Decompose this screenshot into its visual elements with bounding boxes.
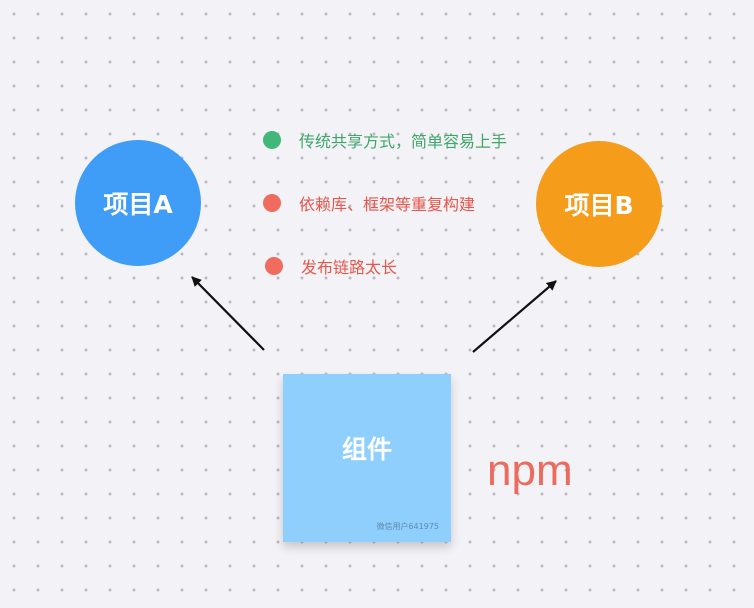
note-text: 发布链路太长 [301, 258, 398, 277]
note-text: 依赖库、框架等重复构建 [299, 195, 476, 214]
sticky-author: 微信用户641975 [376, 522, 439, 531]
note-text: 传统共享方式，简单容易上手 [299, 132, 508, 151]
npm-label: npm [487, 446, 573, 495]
note-item: 依赖库、框架等重复构建 [263, 191, 475, 215]
project-b-node[interactable]: 项目B [536, 141, 662, 267]
component-sticky-note[interactable]: 组件 微信用户641975 [283, 374, 451, 542]
note-item: 传统共享方式，简单容易上手 [263, 128, 507, 152]
note-bullet [263, 194, 281, 212]
arrow-to-project-a [191, 276, 265, 351]
project-a-node[interactable]: 项目A [75, 140, 201, 266]
arrow-to-project-b [472, 280, 557, 353]
project-a-label: 项目A [103, 190, 173, 219]
note-item: 发布链路太长 [265, 254, 397, 278]
project-b-label: 项目B [564, 191, 634, 220]
note-bullet [263, 131, 281, 149]
note-bullet [265, 257, 283, 275]
component-label: 组件 [341, 435, 392, 464]
